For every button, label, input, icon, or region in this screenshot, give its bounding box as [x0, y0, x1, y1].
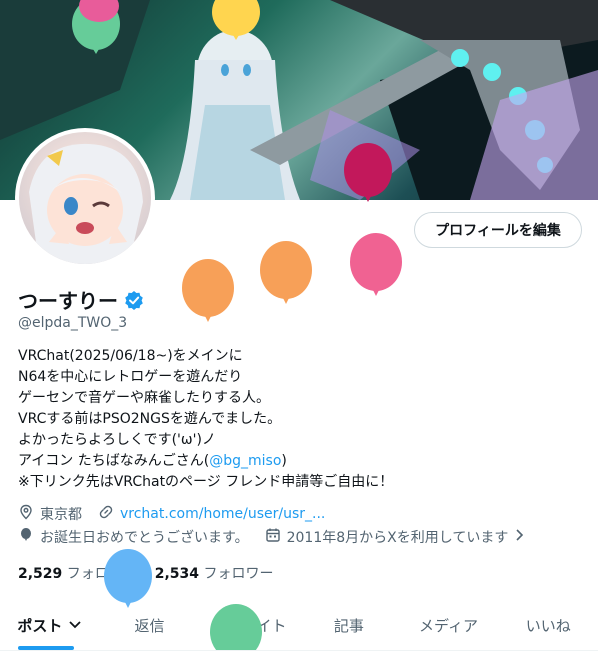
- edit-profile-button[interactable]: プロフィールを編集: [414, 212, 582, 248]
- bio-line: よかったらよろしくです('ω')ノ: [18, 432, 216, 448]
- profile-bio: VRChat(2025/06/18~)をメインに N64を中心にレトロゲーを遊ん…: [18, 346, 393, 493]
- profile-avatar[interactable]: [15, 128, 155, 268]
- verified-badge-icon[interactable]: [124, 290, 144, 310]
- profile-tabs: ポスト 返信 ハイライト 記事 メディア いいね: [0, 600, 598, 651]
- tab-label: 記事: [333, 616, 364, 635]
- balloon-icon: [104, 549, 152, 608]
- chevron-down-icon: [68, 616, 82, 634]
- display-name: つーすりー: [18, 289, 118, 313]
- tab-posts[interactable]: ポスト: [0, 600, 100, 650]
- tab-media[interactable]: メディア: [399, 600, 499, 650]
- profile-meta-row: お誕生日おめでとうございます。 2011年8月からXを利用しています: [18, 527, 526, 547]
- tab-label: いいね: [525, 616, 571, 635]
- location-icon: [18, 504, 34, 524]
- tab-label: 返信: [134, 616, 165, 635]
- bio-text: アイコン たちばなみんごさん: [18, 453, 204, 469]
- tab-articles[interactable]: 記事: [299, 600, 399, 650]
- balloon-icon: [182, 259, 234, 322]
- display-name-row: つーすりー: [18, 285, 144, 314]
- balloon-icon: [18, 527, 34, 547]
- followers-link[interactable]: 2,534 フォロワー: [155, 563, 274, 583]
- chevron-right-icon[interactable]: [514, 527, 526, 547]
- balloon-icon: [212, 0, 260, 40]
- balloon-icon: [350, 233, 402, 296]
- tab-likes[interactable]: いいね: [498, 600, 598, 650]
- balloon-icon: [260, 241, 312, 304]
- bio-line: アイコン たちばなみんごさん(@bg_miso): [18, 453, 287, 469]
- bio-line: VRCする前はPSO2NGSを遊んでました。: [18, 411, 282, 427]
- following-count: 2,529: [18, 566, 63, 582]
- bio-line: ※下リンク先はVRChatのページ フレンド申請等ご自由に！: [18, 474, 394, 490]
- location-text: 東京都: [40, 507, 82, 523]
- balloon-icon: [344, 143, 392, 202]
- followers-label: フォロワー: [203, 566, 274, 582]
- bio-line: N64を中心にレトロゲーを遊んだり: [18, 369, 243, 385]
- tab-label: ポスト: [17, 616, 63, 635]
- website-link[interactable]: vrchat.com/home/user/usr_...: [120, 506, 325, 522]
- tab-label: メディア: [419, 616, 478, 635]
- mention-link[interactable]: @bg_miso: [209, 453, 281, 469]
- user-handle: @elpda_TWO_3: [18, 315, 128, 331]
- joined-date: 2011年8月からXを利用しています: [286, 530, 509, 546]
- balloon-icon: [79, 0, 119, 22]
- balloon-icon: [210, 604, 262, 650]
- avatar-image: [19, 132, 151, 264]
- bio-line: VRChat(2025/06/18~)をメインに: [18, 348, 243, 364]
- calendar-icon: [265, 527, 281, 547]
- bio-text: ): [281, 453, 287, 469]
- followers-count: 2,534: [154, 566, 200, 582]
- link-icon: [98, 504, 114, 524]
- profile-meta-row: 東京都 vrchat.com/home/user/usr_...: [18, 504, 325, 524]
- birthday-text: お誕生日おめでとうございます。: [40, 530, 249, 546]
- bio-line: ゲーセンで音ゲーや麻雀したりする人。: [18, 390, 270, 406]
